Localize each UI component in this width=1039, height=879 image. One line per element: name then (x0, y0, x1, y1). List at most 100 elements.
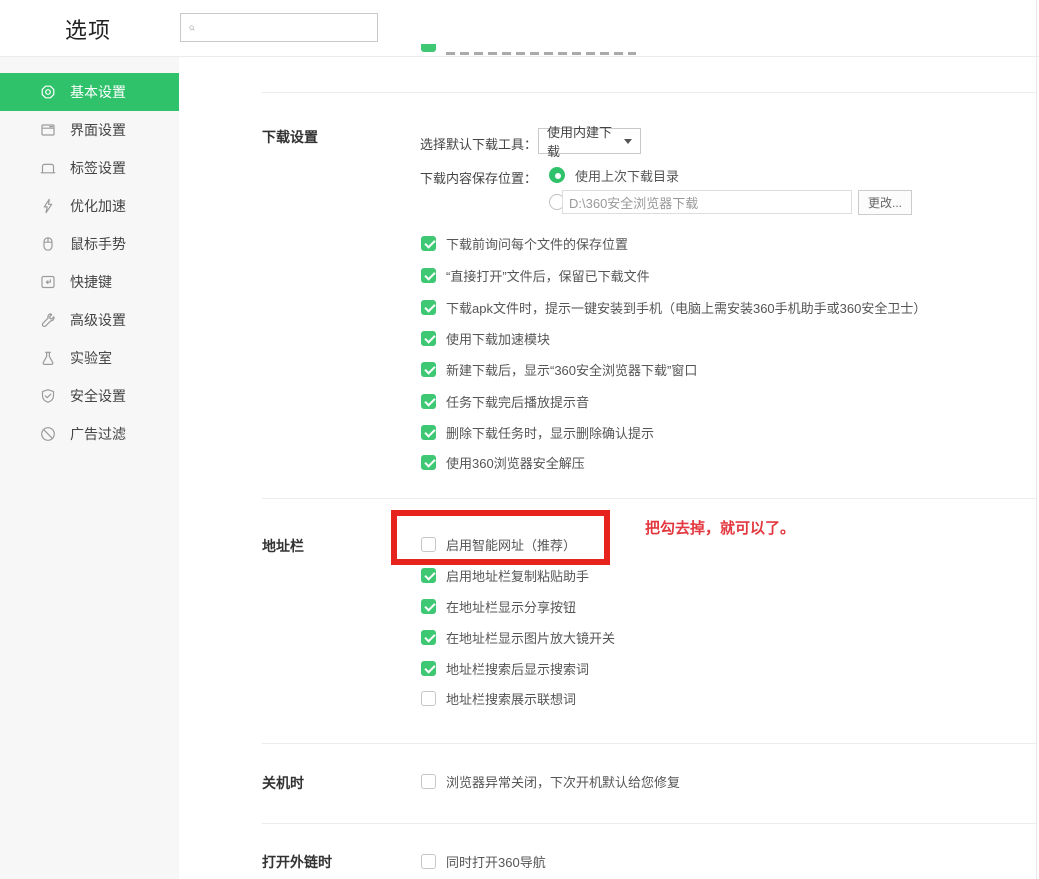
shutdown-section-title: 关机时 (262, 773, 304, 793)
chevron-down-icon (624, 139, 632, 144)
checkbox-row[interactable]: 删除下载任务时，显示删除确认提示 (421, 422, 654, 442)
search-box[interactable] (180, 13, 378, 42)
checkbox-row[interactable]: 地址栏搜索展示联想词 (421, 688, 576, 708)
window-icon (40, 122, 56, 138)
checkbox-label: 启用地址栏复制粘贴助手 (446, 566, 589, 585)
lightning-icon (40, 198, 56, 214)
sidebar-item-mouse-gestures[interactable]: 鼠标手势 (0, 225, 179, 263)
block-icon (40, 426, 56, 442)
sidebar-item-lab[interactable]: 实验室 (0, 339, 179, 377)
download-tool-value: 使用内建下载 (547, 122, 624, 160)
section-divider (262, 743, 1036, 744)
right-edge-divider (1036, 0, 1037, 879)
annotation-text: 把勾去掉，就可以了。 (645, 517, 795, 538)
sidebar-item-interface-settings[interactable]: 界面设置 (0, 111, 179, 149)
checkbox[interactable] (421, 455, 436, 470)
checkbox-label: 使用360浏览器安全解压 (446, 453, 585, 472)
save-location-label: 下载内容保存位置： (420, 168, 537, 187)
checkbox-label: 删除下载任务时，显示删除确认提示 (446, 423, 654, 442)
checkbox-label: 使用下载加速模块 (446, 329, 550, 348)
download-tool-dropdown[interactable]: 使用内建下载 (538, 128, 641, 154)
radio-last-directory[interactable] (549, 167, 565, 183)
clipped-label (446, 52, 636, 55)
checkbox-label: “直接打开”文件后，保留已下载文件 (446, 266, 650, 285)
flask-icon (40, 350, 56, 366)
sidebar-item-label: 优化加速 (70, 196, 126, 216)
sidebar-item-label: 广告过滤 (70, 424, 126, 444)
shield-icon (40, 388, 56, 404)
sidebar: 基本设置 界面设置 标签设置 优化加速 鼠标手势 快捷键 高级设置 实验室 (0, 57, 179, 879)
checkbox[interactable] (421, 236, 436, 251)
checkbox[interactable] (421, 362, 436, 377)
section-divider (262, 823, 1036, 824)
sidebar-item-security-settings[interactable]: 安全设置 (0, 377, 179, 415)
checkbox-label: 地址栏搜索展示联想词 (446, 689, 576, 708)
section-divider (262, 92, 1036, 93)
sidebar-item-optimize-speed[interactable]: 优化加速 (0, 187, 179, 225)
checkbox-row[interactable]: 在地址栏显示分享按钮 (421, 596, 576, 616)
sidebar-item-label: 基本设置 (70, 82, 126, 102)
hotkey-icon (40, 274, 56, 290)
checkbox[interactable] (421, 774, 436, 789)
checkbox[interactable] (421, 300, 436, 315)
sidebar-item-label: 实验室 (70, 348, 112, 368)
page-title: 选项 (65, 13, 111, 45)
checkbox-label: 下载apk文件时，提示一键安装到手机（电脑上需安装360手机助手或360安全卫士… (446, 298, 926, 317)
sidebar-item-ad-filter[interactable]: 广告过滤 (0, 415, 179, 453)
search-icon (189, 21, 195, 35)
checkbox-row[interactable]: 在地址栏显示图片放大镜开关 (421, 627, 615, 647)
download-section-title: 下载设置 (262, 127, 318, 147)
checkbox[interactable] (421, 568, 436, 583)
checkbox[interactable] (421, 394, 436, 409)
checkbox-row[interactable]: 任务下载完后播放提示音 (421, 391, 589, 411)
sidebar-item-hotkeys[interactable]: 快捷键 (0, 263, 179, 301)
download-path-field[interactable] (562, 190, 852, 214)
checkbox-row[interactable]: “直接打开”文件后，保留已下载文件 (421, 265, 650, 285)
options-page: 选项 基本设置 界面设置 标签设置 优化加速 鼠标手势 (0, 0, 1039, 879)
checkbox-row[interactable]: 下载前询问每个文件的保存位置 (421, 233, 628, 253)
sidebar-item-label: 界面设置 (70, 120, 126, 140)
checkbox-label: 新建下载后，显示“360安全浏览器下载”窗口 (446, 360, 697, 379)
sidebar-item-label: 快捷键 (70, 272, 112, 292)
addressbar-section-title: 地址栏 (262, 536, 304, 556)
checkbox-row[interactable]: 下载apk文件时，提示一键安装到手机（电脑上需安装360手机助手或360安全卫士… (421, 297, 926, 317)
checkbox[interactable] (421, 425, 436, 440)
sidebar-item-tab-settings[interactable]: 标签设置 (0, 149, 179, 187)
checkbox-label: 同时打开360导航 (446, 852, 546, 871)
sidebar-item-label: 安全设置 (70, 386, 126, 406)
highlight-annotation-box (391, 510, 610, 565)
checkbox-row[interactable]: 新建下载后，显示“360安全浏览器下载”窗口 (421, 359, 697, 379)
gear-icon (40, 84, 56, 100)
wrench-icon (40, 312, 56, 328)
checkbox[interactable] (421, 331, 436, 346)
checkbox[interactable] (421, 599, 436, 614)
checkbox[interactable] (421, 630, 436, 645)
checkbox[interactable] (421, 661, 436, 676)
checkbox-row[interactable]: 使用360浏览器安全解压 (421, 452, 585, 472)
mouse-icon (40, 236, 56, 252)
sidebar-item-label: 鼠标手势 (70, 234, 126, 254)
checkbox-row[interactable]: 地址栏搜索后显示搜索词 (421, 658, 589, 678)
checkbox-label: 在地址栏显示图片放大镜开关 (446, 628, 615, 647)
search-input[interactable] (201, 14, 377, 41)
tab-icon (40, 160, 56, 176)
sidebar-item-label: 标签设置 (70, 158, 126, 178)
change-path-button[interactable]: 更改... (858, 190, 912, 215)
checkbox-row[interactable]: 同时打开360导航 (421, 851, 546, 871)
checkbox-label: 任务下载完后播放提示音 (446, 392, 589, 411)
checkbox[interactable] (421, 691, 436, 706)
checkbox-row[interactable]: 浏览器异常关闭，下次开机默认给您修复 (421, 771, 680, 791)
checkbox-row[interactable]: 使用下载加速模块 (421, 328, 550, 348)
radio-row-last-directory[interactable]: 使用上次下载目录 (549, 165, 679, 185)
sidebar-item-label: 高级设置 (70, 310, 126, 330)
sidebar-item-basic-settings[interactable]: 基本设置 (0, 73, 179, 111)
default-download-tool-label: 选择默认下载工具： (420, 134, 537, 153)
open-external-section-title: 打开外链时 (262, 852, 332, 872)
checkbox-row[interactable]: 启用地址栏复制粘贴助手 (421, 565, 589, 585)
checkbox[interactable] (421, 268, 436, 283)
sidebar-item-advanced-settings[interactable]: 高级设置 (0, 301, 179, 339)
clipped-checkbox-row (421, 44, 661, 58)
checkbox[interactable] (421, 854, 436, 869)
radio-label: 使用上次下载目录 (575, 166, 679, 185)
section-divider (262, 498, 1036, 499)
